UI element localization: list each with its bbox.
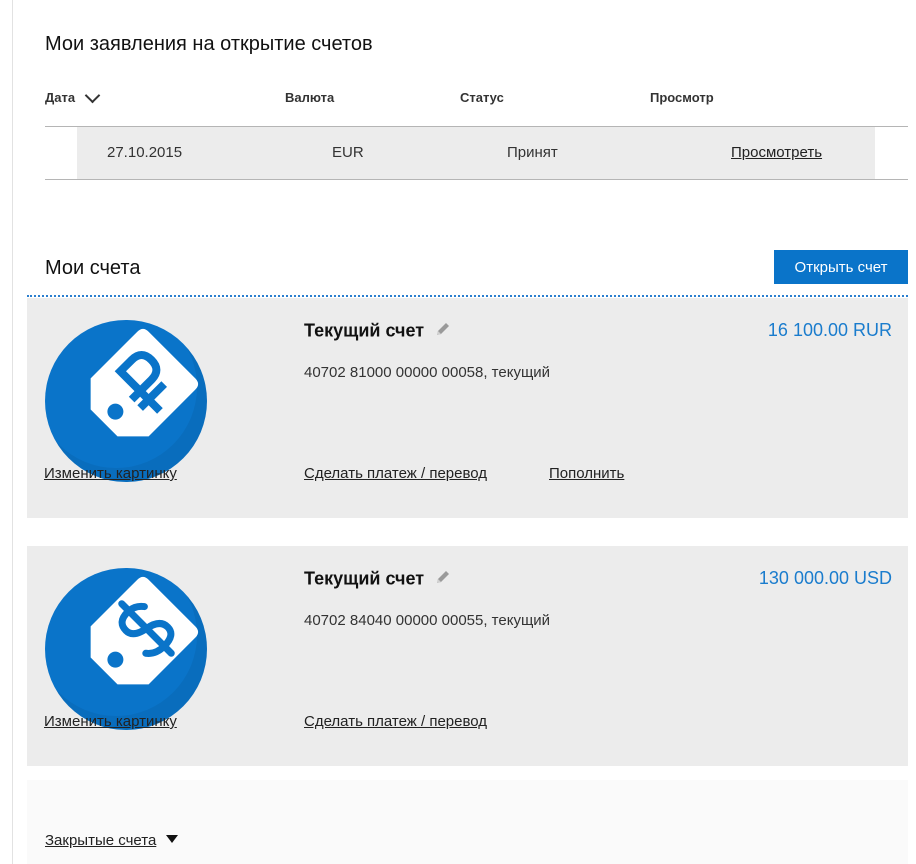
make-payment-link[interactable]: Сделать платеж / перевод <box>304 465 487 482</box>
account-number: 40702 81000 00000 00058, текущий <box>304 364 551 381</box>
account-title: Текущий счет <box>304 320 452 343</box>
pencil-icon[interactable] <box>434 320 452 343</box>
view-column-header: Просмотр <box>650 90 714 105</box>
ruble-tag-icon <box>90 328 199 437</box>
closed-accounts-label: Закрытые счета <box>45 832 157 849</box>
closed-accounts-toggle[interactable]: Закрытые счета <box>45 832 179 849</box>
change-picture-link[interactable]: Изменить картинку <box>44 465 177 482</box>
account-balance: 130 000.00 USD <box>758 568 892 588</box>
date-column-header[interactable]: Дата <box>45 87 101 105</box>
row-date: 27.10.2015 <box>107 144 183 161</box>
left-border <box>12 0 13 864</box>
table-divider-bottom <box>45 179 908 180</box>
account-card: Изменить картинку Текущий счет 40702 810… <box>27 298 908 518</box>
applications-table-header: Дата Валюта Статус Просмотр <box>45 87 908 112</box>
account-card: Изменить картинку Текущий счет 40702 840… <box>27 546 908 766</box>
dollar-tag-icon <box>90 576 199 685</box>
account-avatar[interactable] <box>45 568 207 730</box>
accounts-title: Мои счета <box>45 257 141 279</box>
row-status: Принят <box>507 144 558 161</box>
account-number: 40702 84040 00000 00055, текущий <box>304 612 551 629</box>
chevron-down-icon <box>84 87 101 104</box>
account-balance: 16 100.00 RUR <box>767 320 892 340</box>
open-account-button[interactable]: Открыть счет <box>774 250 908 284</box>
account-avatar[interactable] <box>45 320 207 482</box>
account-title: Текущий счет <box>304 568 452 591</box>
top-up-link[interactable]: Пополнить <box>549 465 624 482</box>
view-link[interactable]: Просмотреть <box>731 144 822 161</box>
applications-title: Мои заявления на открытие счетов <box>45 33 373 55</box>
closed-accounts-area <box>27 780 908 864</box>
account-title-text: Текущий счет <box>304 320 425 341</box>
table-row: 27.10.2015 EUR Принят Просмотреть <box>77 127 875 179</box>
row-currency: EUR <box>332 144 364 161</box>
caret-down-icon <box>166 835 179 843</box>
currency-column-header: Валюта <box>285 90 335 105</box>
change-picture-link[interactable]: Изменить картинку <box>44 713 177 730</box>
pencil-icon[interactable] <box>434 568 452 591</box>
status-column-header: Статус <box>460 90 504 105</box>
date-column-label: Дата <box>45 90 76 105</box>
make-payment-link[interactable]: Сделать платеж / перевод <box>304 713 487 730</box>
account-title-text: Текущий счет <box>304 568 425 589</box>
dotted-divider <box>27 295 908 297</box>
